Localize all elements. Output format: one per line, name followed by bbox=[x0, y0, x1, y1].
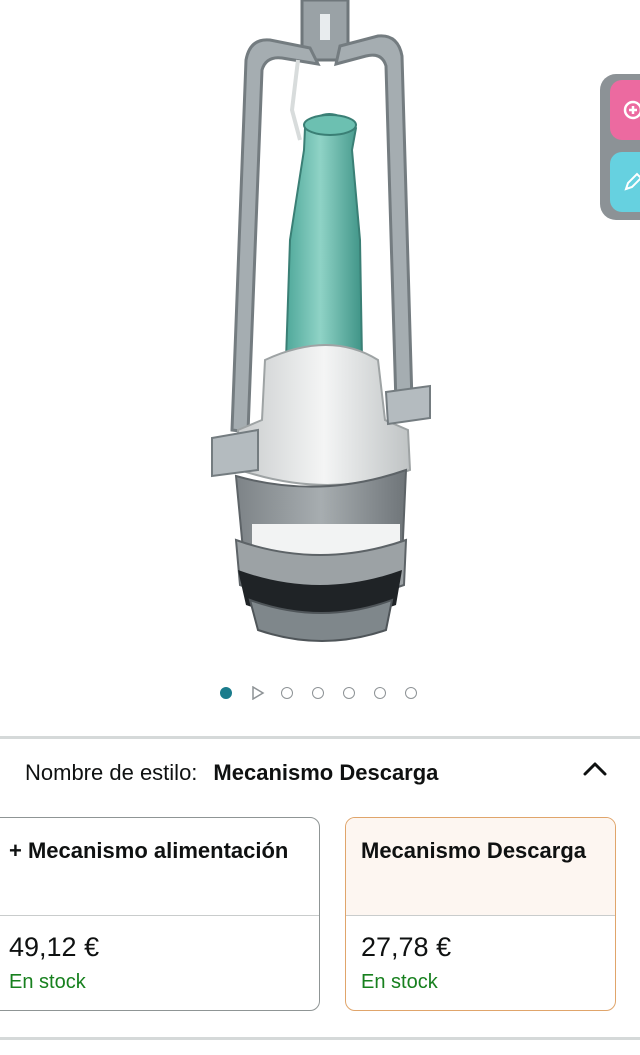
style-label: Nombre de estilo: bbox=[25, 760, 198, 785]
option-stock: En stock bbox=[9, 971, 86, 993]
product-image-gallery[interactable] bbox=[0, 0, 640, 670]
carousel-dot[interactable] bbox=[281, 687, 293, 699]
carousel-dot[interactable] bbox=[405, 687, 417, 699]
play-icon bbox=[252, 686, 265, 700]
option-stock: En stock bbox=[361, 971, 438, 993]
option-price: 49,12 € bbox=[9, 932, 100, 962]
product-image[interactable] bbox=[0, 0, 640, 670]
carousel-indicator bbox=[220, 685, 436, 701]
zoom-button[interactable] bbox=[610, 80, 640, 140]
option-name: + Mecanismo alimentación bbox=[9, 838, 289, 863]
selected-style-value: Mecanismo Descarga bbox=[213, 760, 439, 785]
edit-button[interactable] bbox=[610, 152, 640, 212]
carousel-dot[interactable] bbox=[312, 687, 324, 699]
carousel-dot[interactable] bbox=[343, 687, 355, 699]
style-option-mecanismo-alimentacion[interactable]: + Mecanismo alimentación 49,12 € En stoc… bbox=[0, 817, 320, 1011]
section-divider bbox=[0, 736, 640, 739]
carousel-dot-active[interactable] bbox=[220, 687, 232, 699]
carousel-dot[interactable] bbox=[374, 687, 386, 699]
option-price: 27,78 € bbox=[361, 932, 452, 962]
chevron-up-icon bbox=[583, 762, 607, 776]
style-option-mecanismo-descarga[interactable]: Mecanismo Descarga 27,78 € En stock bbox=[345, 817, 616, 1011]
collapse-style-button[interactable] bbox=[580, 755, 610, 785]
option-divider bbox=[0, 915, 319, 916]
side-tools-panel bbox=[600, 74, 640, 220]
section-divider bbox=[0, 1037, 640, 1040]
pencil-icon bbox=[624, 172, 640, 191]
option-name: Mecanismo Descarga bbox=[346, 818, 615, 915]
zoom-plus-icon bbox=[623, 100, 640, 120]
style-selector-header: Nombre de estilo: Mecanismo Descarga bbox=[25, 760, 438, 786]
option-divider bbox=[346, 915, 615, 916]
